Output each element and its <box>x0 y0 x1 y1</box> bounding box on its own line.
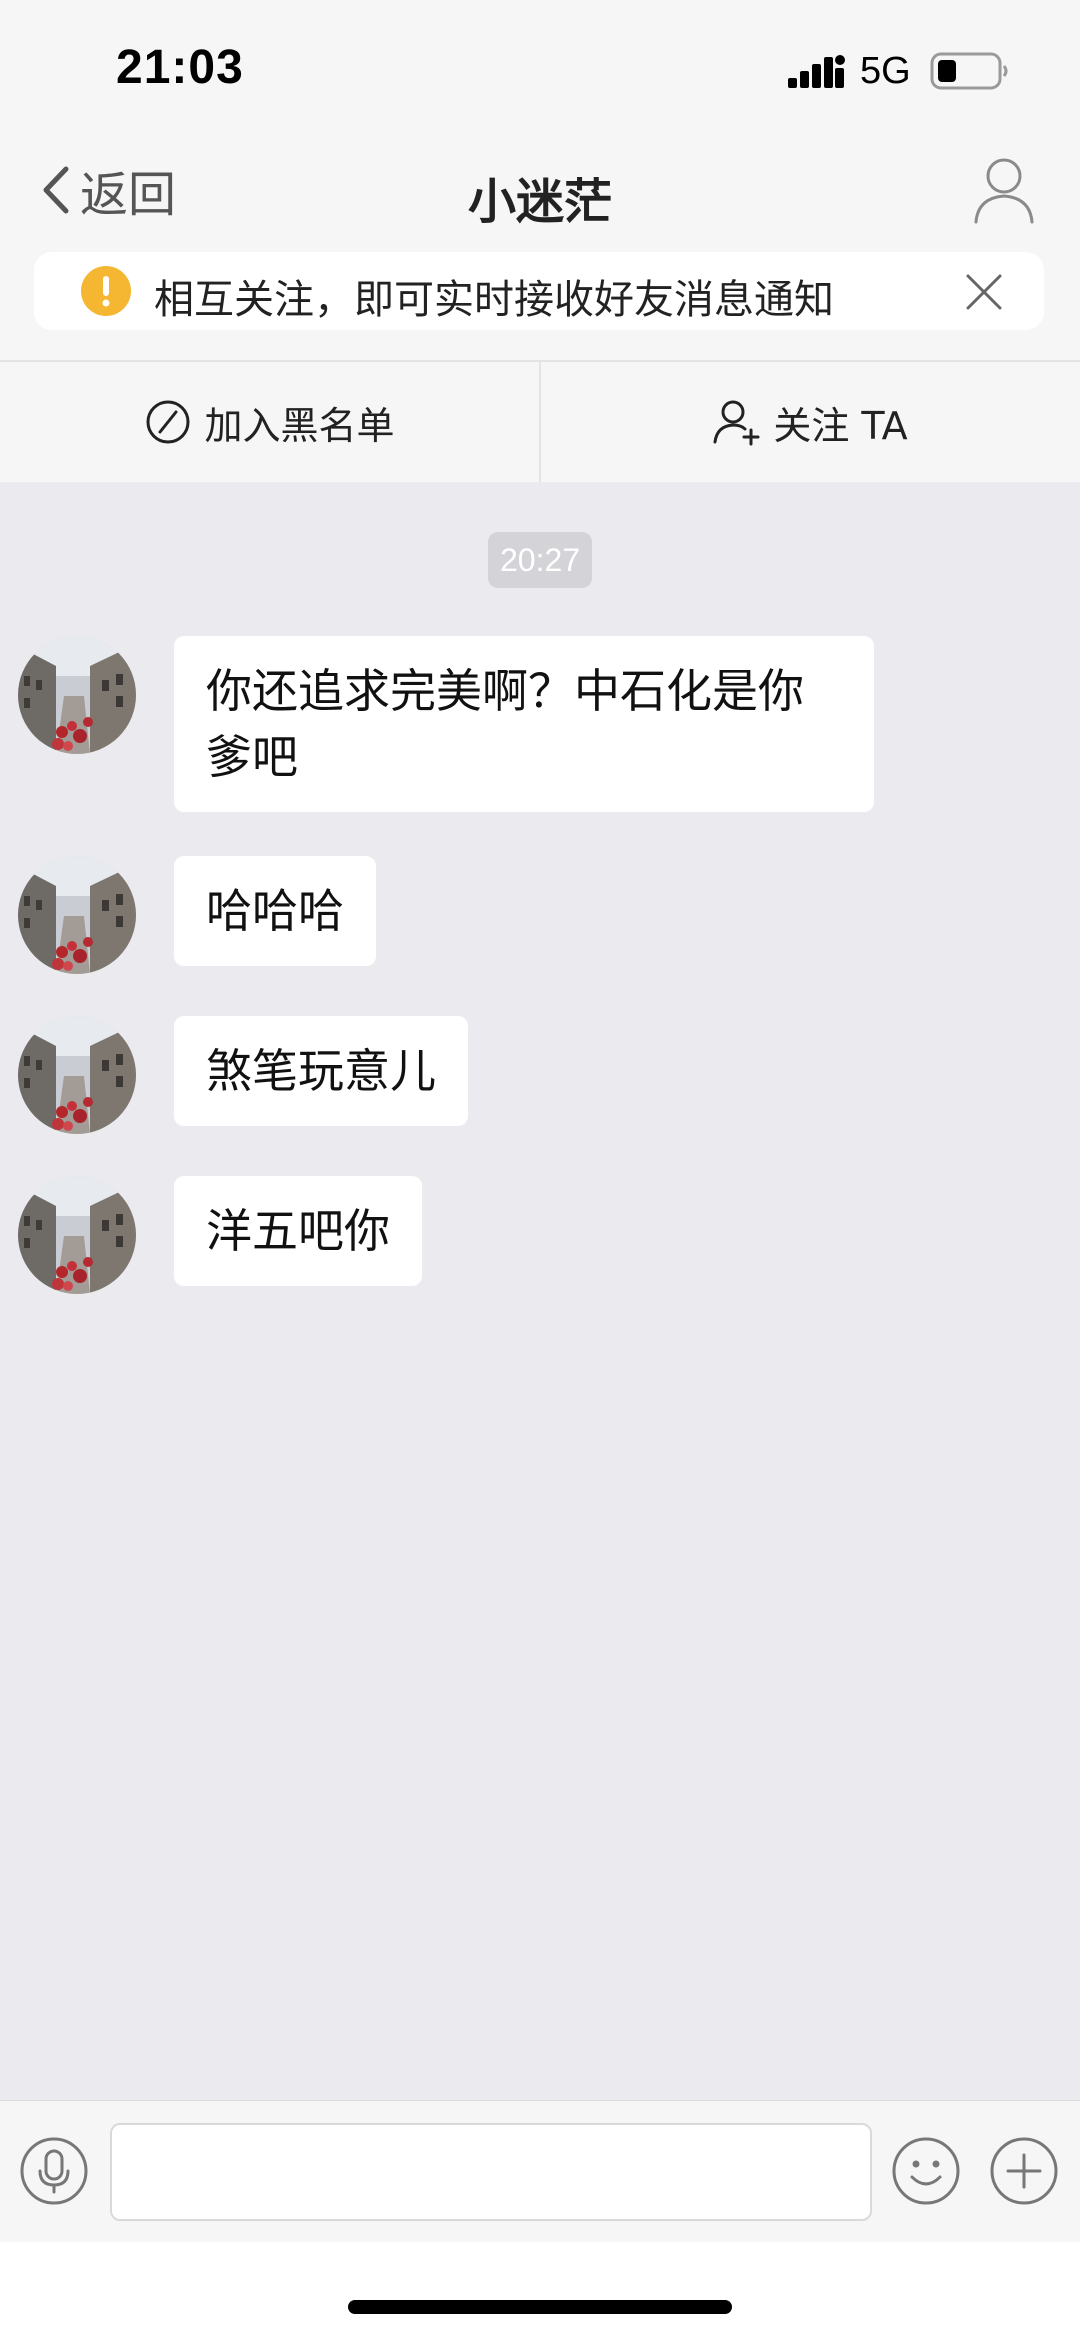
avatar-image <box>18 636 136 754</box>
message-bubble[interactable]: 洋五吧你 <box>174 1176 422 1286</box>
message-text: 爹吧 <box>206 730 298 784</box>
message-timestamp: 20:27 <box>487 532 593 588</box>
emoji-icon[interactable] <box>892 2137 960 2205</box>
top-area: 21:03 5G 返回 小迷茫 相互关注，即可实时接收好友消息通知 <box>0 0 1080 360</box>
message-bubble[interactable]: 哈哈哈 <box>174 856 376 966</box>
timestamp-row: 20:27 <box>0 532 1080 588</box>
signal-bars-icon <box>788 55 845 88</box>
follow-label: 关注 TA <box>773 403 908 448</box>
follow-button[interactable]: 关注 TA <box>539 362 1080 482</box>
block-icon <box>146 400 190 444</box>
status-bar: 21:03 5G <box>0 0 1080 140</box>
message-text: 哈哈哈 <box>206 884 344 938</box>
plus-icon[interactable] <box>990 2137 1058 2205</box>
profile-icon[interactable] <box>972 154 1036 226</box>
block-button[interactable]: 加入黑名单 <box>0 362 539 482</box>
network-label: 5G <box>860 50 911 92</box>
avatar[interactable] <box>18 856 136 974</box>
message-composer <box>0 2100 1080 2242</box>
microphone-icon[interactable] <box>20 2137 88 2205</box>
block-label: 加入黑名单 <box>204 403 395 448</box>
battery-icon <box>930 52 1008 90</box>
message-bubble[interactable]: 煞笔玩意儿 <box>174 1016 468 1126</box>
status-time: 21:03 <box>116 41 244 94</box>
message-text: 洋五吧你 <box>206 1204 390 1258</box>
home-indicator[interactable] <box>348 2300 732 2314</box>
follow-notice-banner: 相互关注，即可实时接收好友消息通知 <box>34 252 1044 330</box>
message-bubble[interactable]: 你还追求完美啊？中石化是你 爹吧 <box>174 636 874 812</box>
message-input[interactable] <box>110 2123 872 2221</box>
avatar[interactable] <box>18 636 136 754</box>
action-bar: 加入黑名单 关注 TA <box>0 360 1080 482</box>
alert-icon <box>81 266 131 316</box>
close-icon[interactable] <box>964 272 1004 312</box>
avatar-image <box>18 1176 136 1294</box>
notice-text: 相互关注，即可实时接收好友消息通知 <box>154 277 834 323</box>
message-text: 你还追求完美啊？中石化是你 <box>206 664 804 718</box>
add-user-icon <box>713 400 760 446</box>
avatar-image <box>18 1016 136 1134</box>
nav-bar: 返回 小迷茫 <box>0 140 1080 240</box>
message-text: 煞笔玩意儿 <box>206 1044 436 1098</box>
home-bar-area <box>0 2242 1080 2337</box>
avatar[interactable] <box>18 1016 136 1134</box>
avatar[interactable] <box>18 1176 136 1294</box>
avatar-image <box>18 856 136 974</box>
page-title: 小迷茫 <box>467 174 612 230</box>
